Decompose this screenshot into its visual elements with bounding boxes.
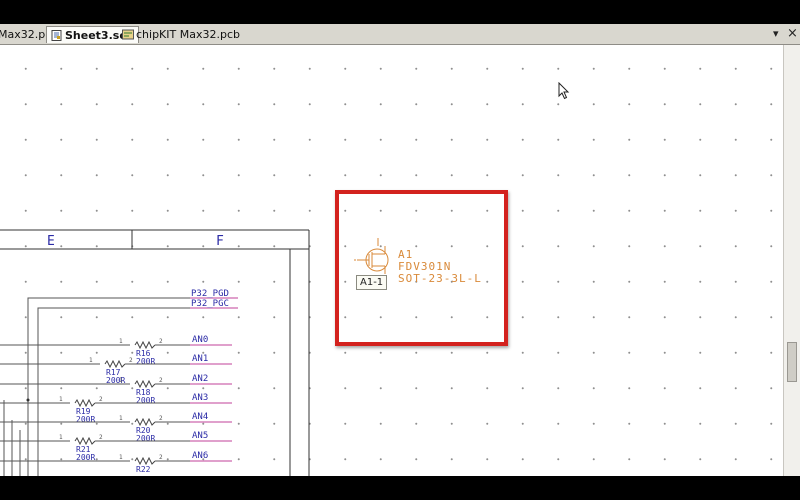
scrollbar-thumb[interactable] [787,342,797,382]
letterbox-bottom [0,476,800,500]
net-label: AN5 [192,431,208,441]
net-label: AN1 [192,354,208,364]
pin-number: 1 [119,454,123,461]
pin-number: 2 [159,377,163,384]
net-label: AN3 [192,393,208,403]
junction-dot [26,398,30,402]
resistor-value: 200R [136,357,155,366]
pin-number: 2 [159,338,163,345]
pin-number: 1 [59,434,63,441]
resistor-symbol[interactable] [74,436,96,446]
pin-number: 1 [119,377,123,384]
net-label-pgd: P32_PGD [191,289,229,299]
resistor-symbol[interactable] [104,359,126,369]
program-wires [27,297,238,476]
pin-number: 2 [159,415,163,422]
resistor-symbol[interactable] [134,379,156,389]
pin-number: 2 [99,434,103,441]
resistor-value: 200R [76,415,95,424]
resistor-symbol[interactable] [134,417,156,427]
pin-number: 2 [129,357,133,364]
vertical-scrollbar[interactable] [783,45,800,476]
pin-number: 2 [99,396,103,403]
resistor-symbol[interactable] [134,456,156,466]
mouse-pointer-icon [558,81,570,104]
resistor-symbol[interactable] [74,398,96,408]
selection-rectangle[interactable] [335,190,508,346]
resistor-value: 200R [136,434,155,443]
net-label: AN2 [192,374,208,384]
net-label: AN6 [192,451,208,461]
pin-number: 1 [89,357,93,364]
pin-number: 1 [119,338,123,345]
zone-label-f: F [216,234,224,249]
analog-input-rows: 1 2 AN0R16200R1 2 AN1R17200R1 2 AN2R18200R1 2 AN… [0,335,232,476]
net-label: AN0 [192,335,208,345]
resistor-value: 200R [136,396,155,405]
pin-number: 1 [59,396,63,403]
pin-number: 1 [119,415,123,422]
resistor-name: R22 [136,465,151,474]
net-label-pgc: P32_PGC [191,299,229,309]
pin-number: 2 [159,454,163,461]
net-label: AN4 [192,412,208,422]
resistor-symbol[interactable] [134,340,156,350]
designator-tooltip: A1-1 [356,275,388,290]
zone-label-e: E [47,234,55,249]
